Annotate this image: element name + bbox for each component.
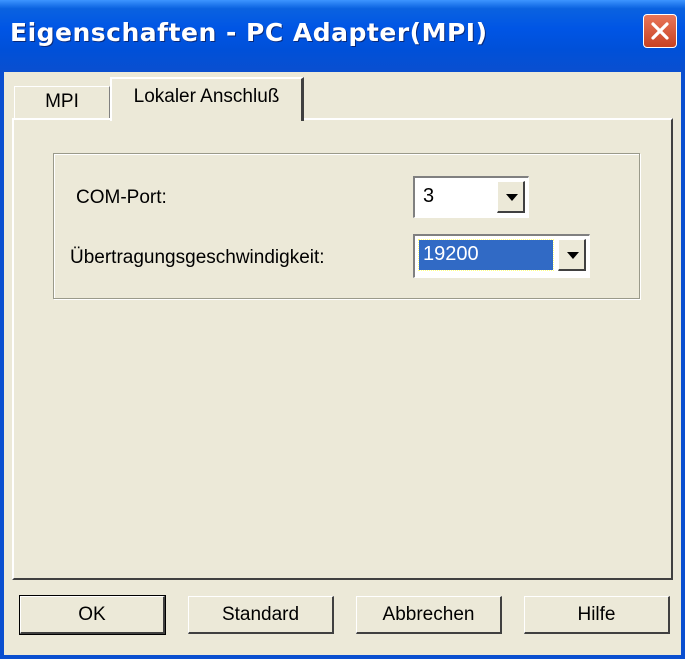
com-port-value: 3	[423, 185, 435, 207]
tab-local-connection[interactable]: Lokaler Anschluß	[110, 77, 304, 121]
com-port-select[interactable]: 3	[413, 176, 529, 218]
title-bar[interactable]: Eigenschaften - PC Adapter(MPI)	[0, 0, 685, 72]
transfer-speed-value: 19200	[418, 239, 554, 271]
transfer-speed-select[interactable]: 19200	[413, 234, 590, 278]
standard-button[interactable]: Standard	[188, 596, 334, 634]
chevron-down-icon	[506, 194, 518, 201]
close-button[interactable]	[643, 14, 677, 48]
window-title: Eigenschaften - PC Adapter(MPI)	[10, 18, 488, 47]
com-port-label: COM-Port:	[76, 187, 167, 208]
ok-button[interactable]: OK	[19, 595, 166, 635]
tab-mpi[interactable]: MPI	[14, 86, 110, 118]
window-border-left	[0, 72, 4, 659]
com-port-dropdown-button[interactable]	[497, 181, 525, 213]
window-border-bottom	[0, 655, 685, 659]
transfer-speed-label: Übertragungsgeschwindigkeit:	[70, 247, 325, 268]
close-icon	[651, 22, 669, 40]
transfer-speed-dropdown-button[interactable]	[558, 239, 586, 271]
chevron-down-icon	[567, 252, 579, 259]
properties-dialog: Eigenschaften - PC Adapter(MPI) MPI Loka…	[0, 0, 685, 659]
help-button[interactable]: Hilfe	[524, 596, 670, 634]
window-border-right	[681, 72, 685, 659]
cancel-button[interactable]: Abbrechen	[356, 596, 502, 634]
